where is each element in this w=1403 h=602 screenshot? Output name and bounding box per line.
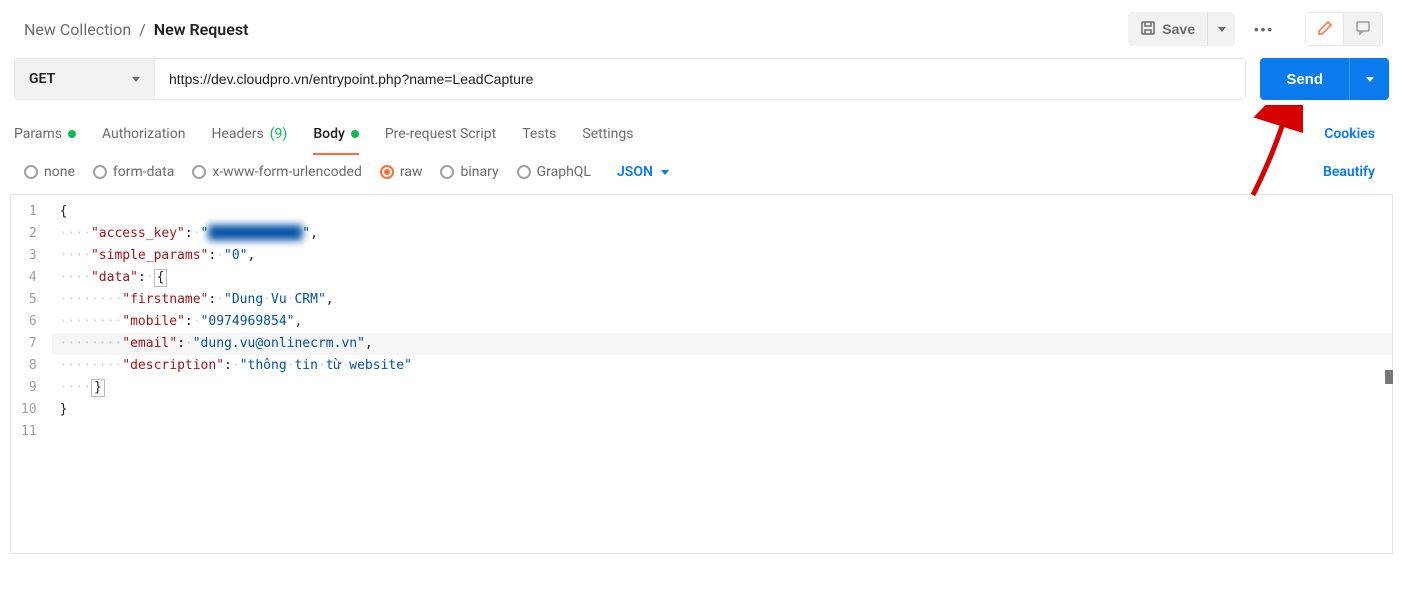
radio-icon [93, 165, 107, 179]
radio-icon [192, 165, 206, 179]
radio-graphql[interactable]: GraphQL [517, 164, 591, 180]
radio-icon [24, 165, 38, 179]
editor-gutter: 1234567891011 [11, 195, 52, 553]
radio-urlencoded[interactable]: x-www-form-urlencoded [192, 164, 362, 180]
save-button[interactable]: Save [1128, 12, 1207, 46]
radio-icon [380, 165, 394, 179]
tab-authorization[interactable]: Authorization [102, 114, 185, 153]
editor-code[interactable]: {····"access_key":·"████████████",····"s… [52, 195, 1392, 553]
format-select[interactable]: JSON [617, 164, 669, 180]
scrollbar-thumb[interactable] [1385, 370, 1393, 384]
breadcrumb: New Collection / New Request [24, 20, 1128, 39]
save-dropdown[interactable] [1207, 12, 1235, 46]
tab-tests[interactable]: Tests [522, 114, 556, 153]
status-dot-icon [351, 130, 359, 138]
comment-icon [1355, 20, 1371, 39]
method-select[interactable]: GET [15, 59, 155, 99]
radio-raw[interactable]: raw [380, 164, 423, 180]
url-input[interactable] [155, 59, 1245, 99]
send-button[interactable]: Send [1260, 58, 1349, 100]
cookies-link[interactable]: Cookies [1324, 126, 1375, 142]
chevron-down-icon [1218, 27, 1226, 32]
beautify-link[interactable]: Beautify [1323, 164, 1389, 180]
breadcrumb-request[interactable]: New Request [154, 20, 249, 39]
radio-binary[interactable]: binary [440, 164, 498, 180]
send-dropdown[interactable] [1349, 58, 1389, 100]
pencil-icon [1317, 20, 1333, 39]
tab-params[interactable]: Params [14, 114, 76, 153]
status-dot-icon [68, 130, 76, 138]
save-icon [1140, 20, 1156, 39]
tab-body[interactable]: Body [313, 114, 359, 153]
chevron-down-icon [132, 77, 140, 82]
radio-icon [517, 165, 531, 179]
chevron-down-icon [1366, 77, 1374, 82]
tab-prerequest[interactable]: Pre-request Script [385, 114, 496, 153]
radio-none[interactable]: none [24, 164, 75, 180]
breadcrumb-separator: / [139, 20, 146, 39]
radio-form-data[interactable]: form-data [93, 164, 174, 180]
breadcrumb-collection[interactable]: New Collection [24, 20, 131, 39]
comments-button[interactable] [1344, 13, 1382, 45]
edit-button[interactable] [1306, 13, 1344, 45]
chevron-down-icon [661, 170, 669, 175]
more-options-button[interactable]: ••• [1247, 12, 1281, 46]
code-editor[interactable]: 1234567891011 {····"access_key":·"██████… [10, 194, 1393, 554]
tab-headers[interactable]: Headers (9) [211, 114, 287, 153]
radio-icon [440, 165, 454, 179]
tab-settings[interactable]: Settings [582, 114, 633, 153]
